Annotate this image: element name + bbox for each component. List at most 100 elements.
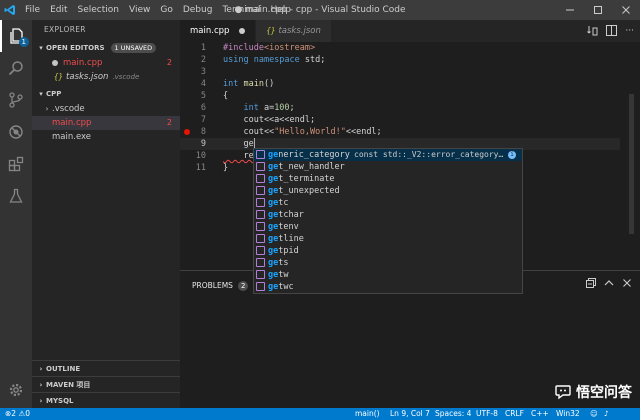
suggestion-item[interactable]: getline — [254, 233, 522, 245]
platform[interactable]: Win32 — [556, 408, 580, 420]
chevron-right-icon: › — [45, 105, 49, 113]
symbol-function-icon — [256, 246, 265, 255]
notifications-bell-icon[interactable]: ♪ — [604, 408, 609, 420]
tree-item-vscode-folder[interactable]: › .vscode — [32, 102, 180, 116]
suggestion-item[interactable]: getw — [254, 269, 522, 281]
tab-problems[interactable]: PROBLEMS 2 — [192, 279, 249, 293]
watermark: 悟空问答 — [554, 382, 632, 402]
code-text: { — [223, 91, 229, 101]
open-editor-main-cpp[interactable]: main.cpp 2 — [32, 56, 180, 70]
unsaved-dot-icon[interactable] — [239, 28, 246, 34]
language-mode[interactable]: C++ — [531, 408, 549, 420]
suggestion-item[interactable]: generic_category const std::_V2::error_c… — [254, 149, 522, 161]
source-control-icon[interactable] — [0, 84, 32, 116]
suggestion-item[interactable]: getchar — [254, 209, 522, 221]
code-line: 6 int a=100; — [180, 102, 620, 114]
line-number: 3 — [200, 67, 206, 77]
symbol-function-icon — [256, 174, 265, 183]
menu-edit[interactable]: Edit — [45, 0, 72, 20]
code-text: int a=100; — [223, 103, 295, 113]
watermark-text: 悟空问答 — [576, 385, 632, 401]
explorer-icon[interactable]: 1 — [0, 20, 32, 52]
suggestion-item[interactable]: get_terminate — [254, 173, 522, 185]
tree-item-main-cpp[interactable]: main.cpp 2 — [32, 116, 180, 130]
code-line: 1 #include<iostream> — [180, 42, 620, 54]
json-braces-icon: {} — [54, 72, 64, 81]
menu-selection[interactable]: Selection — [73, 0, 124, 20]
tree-item-main-exe[interactable]: main.exe — [32, 130, 180, 144]
encoding[interactable]: UTF-8 — [476, 408, 498, 420]
cursor-position[interactable]: Ln 9, Col 7 — [390, 408, 430, 420]
tab-tasks-json[interactable]: {} tasks.json — [256, 20, 332, 42]
code-line: 3 — [180, 66, 620, 78]
menu-help[interactable]: Help — [265, 0, 296, 20]
suggestion-item[interactable]: gets — [254, 257, 522, 269]
code-text: cout<<"Hello,World!"<<endl; — [223, 127, 382, 137]
suggestion-item[interactable]: get_new_handler — [254, 161, 522, 173]
menu-go[interactable]: Go — [155, 0, 177, 20]
chevron-down-icon: ▾ — [39, 44, 43, 52]
outline-section[interactable]: › OUTLINE — [32, 360, 180, 376]
minimize-button[interactable] — [556, 0, 584, 20]
mysql-section[interactable]: › MYSQL — [32, 392, 180, 408]
line-number: 10 — [195, 151, 206, 161]
close-window-button[interactable] — [612, 0, 640, 20]
menu-file[interactable]: File — [20, 0, 45, 20]
open-editors-label: OPEN EDITORS — [46, 44, 105, 52]
maximize-panel-icon[interactable] — [604, 278, 614, 291]
symbol-function-icon — [256, 210, 265, 219]
maven-section[interactable]: › MAVEN 项目 — [32, 376, 180, 392]
folder-label: CPP — [46, 90, 62, 98]
suggestion-item[interactable]: getwc — [254, 281, 522, 293]
extensions-icon[interactable] — [0, 148, 32, 180]
line-number: 8 — [200, 127, 206, 137]
chevron-right-icon: › — [39, 380, 43, 389]
menu-debug[interactable]: Debug — [178, 0, 218, 20]
folder-section-cpp[interactable]: ▾ CPP — [32, 86, 180, 102]
symbol-function-icon — [256, 270, 265, 279]
split-editor-icon[interactable] — [606, 24, 618, 38]
current-function[interactable]: main() — [355, 408, 380, 420]
more-actions-icon[interactable]: ··· — [625, 26, 634, 36]
search-icon[interactable] — [0, 52, 32, 84]
problems-status[interactable]: ⊗2 ⚠0 — [5, 408, 30, 420]
debug-icon[interactable] — [0, 116, 32, 148]
open-changes-icon[interactable] — [587, 25, 598, 38]
indentation[interactable]: Spaces: 4 — [435, 408, 471, 420]
code-line: 4 int main() — [180, 78, 620, 90]
suggestion-item[interactable]: get_unexpected — [254, 185, 522, 197]
flask-icon[interactable] — [0, 180, 32, 212]
open-editors-section[interactable]: ▾ OPEN EDITORS 1 UNSAVED — [32, 40, 180, 56]
menu-terminal[interactable]: Terminal — [217, 0, 265, 20]
open-editor-tasks-json[interactable]: {} tasks.json .vscode — [32, 70, 180, 84]
collapse-all-icon[interactable] — [586, 278, 596, 291]
line-ending[interactable]: CRLF — [505, 408, 524, 420]
menu-view[interactable]: View — [124, 0, 155, 20]
info-icon[interactable]: i — [508, 151, 516, 159]
feedback-smiley-icon[interactable]: ☺ — [590, 408, 598, 420]
editor-scrollbar[interactable] — [629, 94, 634, 234]
suggestion-item[interactable]: getenv — [254, 221, 522, 233]
code-text: cout<<a<<endl; — [223, 115, 316, 125]
section-label: MAVEN 项目 — [46, 380, 91, 389]
symbol-function-icon — [256, 282, 265, 291]
chevron-right-icon: › — [39, 364, 43, 373]
tab-main-cpp[interactable]: main.cpp — [180, 20, 257, 42]
line-number: 6 — [200, 103, 206, 113]
panel-actions — [586, 278, 632, 291]
window-controls — [556, 0, 640, 20]
line-number: 11 — [195, 163, 206, 173]
suggestion-item[interactable]: getc — [254, 197, 522, 209]
code-text: using namespace std; — [223, 55, 326, 65]
sidebar-title: EXPLORER — [44, 25, 86, 34]
editor-tab-bar: main.cpp {} tasks.json ··· — [180, 20, 640, 42]
status-bar: ⊗2 ⚠0 main() Ln 9, Col 7 Spaces: 4 UTF-8… — [0, 408, 640, 420]
settings-gear-icon[interactable] — [0, 374, 32, 406]
suggestion-item[interactable]: getpid — [254, 245, 522, 257]
section-label: MYSQL — [46, 396, 74, 405]
maximize-button[interactable] — [584, 0, 612, 20]
code-line: 5 { — [180, 90, 620, 102]
code-line: 2 using namespace std; — [180, 54, 620, 66]
vscode-logo-icon — [0, 0, 20, 20]
close-panel-icon[interactable] — [622, 278, 632, 291]
